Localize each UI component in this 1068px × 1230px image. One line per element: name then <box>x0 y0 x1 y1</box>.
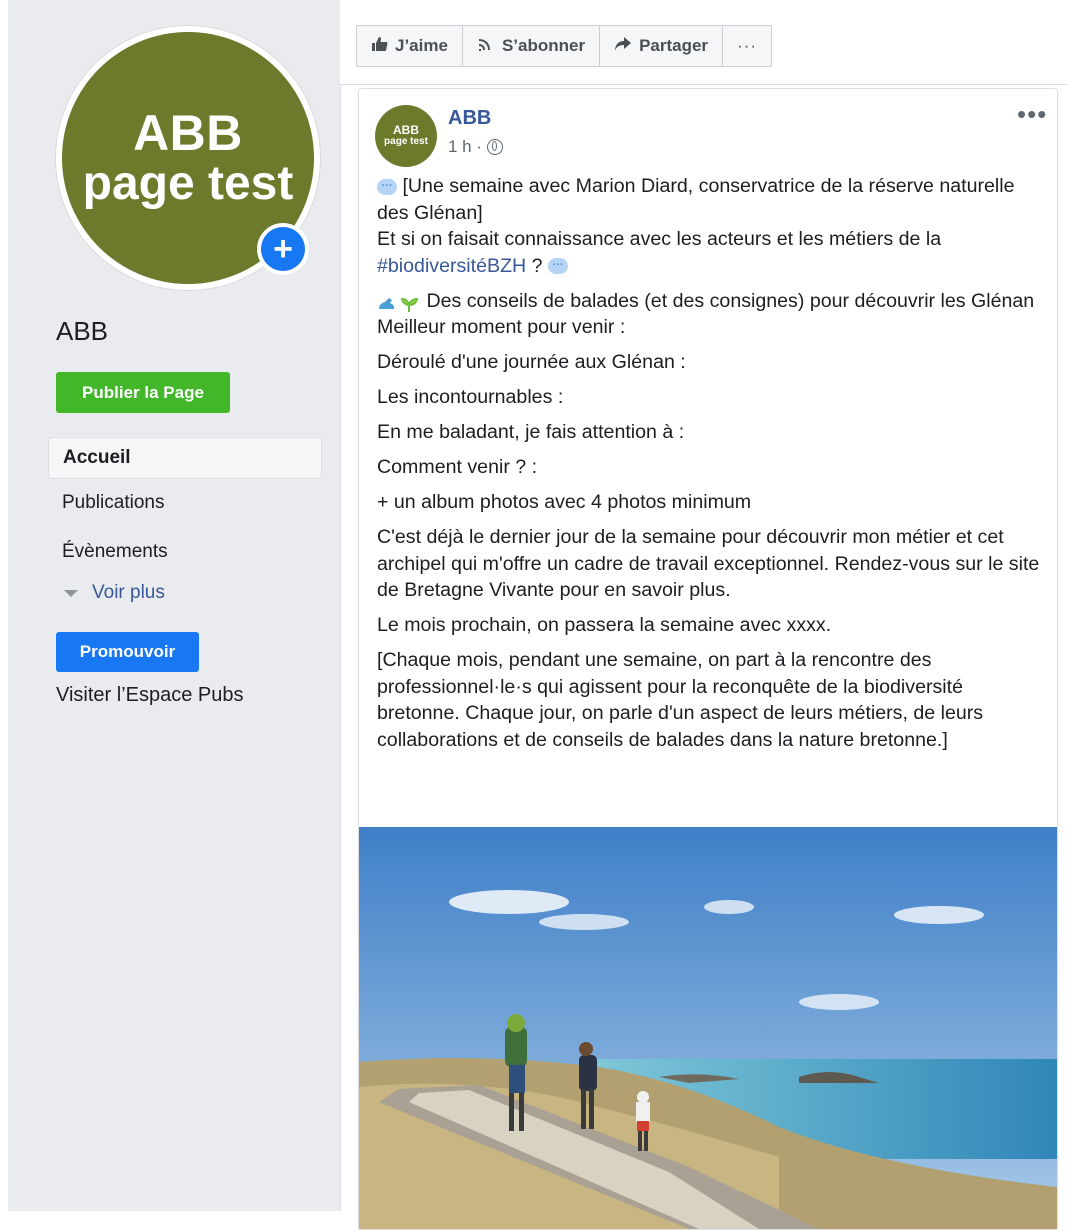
post-tips: Des conseils de balades (et des consigne… <box>421 289 1035 312</box>
share-arrow-icon <box>614 36 632 57</box>
hashtag-link[interactable]: #biodiversitéBZH <box>377 255 526 277</box>
post-musts: Les incontournables : <box>377 386 564 408</box>
speech-bubble-icon: ··· <box>548 258 568 275</box>
left-edge <box>0 0 8 1211</box>
post-time-label: 1 h · <box>448 137 483 156</box>
post-question-end: ? <box>526 254 543 277</box>
post-question: Et si on faisait connaissance avec les a… <box>377 228 942 250</box>
rss-icon <box>477 36 495 57</box>
post-attention: En me baladant, je fais attention à : <box>377 421 685 443</box>
post-next-month: Le mois prochain, on passera la semaine … <box>377 614 832 636</box>
post-last-day: C'est déjà le dernier jour de la semaine… <box>377 526 1040 601</box>
profile-logo-line1: ABB <box>133 105 243 161</box>
share-page-button[interactable]: Partager <box>600 26 724 66</box>
post-intro: [Une semaine avec Marion Diard, conserva… <box>377 175 1015 224</box>
follow-page-button[interactable]: S’abonner <box>463 26 601 66</box>
herb-icon <box>399 293 421 313</box>
sidebar-item-home[interactable]: Accueil <box>48 437 322 479</box>
sidebar-item-label: Publications <box>62 492 165 513</box>
page-action-buttons: J’aime S’abonner Partager ··· <box>356 25 773 67</box>
post-author-avatar[interactable]: ABB page test <box>375 105 437 167</box>
column-divider <box>340 0 341 1211</box>
sidebar-item-events[interactable]: Évènements <box>48 531 322 573</box>
post-body: ··· [Une semaine avec Marion Diard, cons… <box>377 173 1047 762</box>
globe-icon <box>487 139 504 155</box>
post-author-name[interactable]: ABB <box>448 107 491 130</box>
page-name: ABB <box>56 316 109 346</box>
post-day: Déroulé d'une journée aux Glénan : <box>377 351 686 373</box>
post-options-button[interactable]: ••• <box>1017 99 1047 130</box>
follow-label: S’abonner <box>501 36 586 55</box>
publish-page-button[interactable]: Publier la Page <box>56 372 230 413</box>
speech-bubble-icon: ··· <box>377 178 397 195</box>
profile-logo-line2: page test <box>82 157 294 210</box>
sidebar-item-label: Évènements <box>62 541 168 562</box>
promote-button[interactable]: Promouvoir <box>56 632 199 672</box>
add-photo-button[interactable]: + <box>257 223 309 275</box>
more-options-label: ··· <box>737 36 758 55</box>
post-avatar-line2: page test <box>384 136 428 147</box>
post-timestamp[interactable]: 1 h · <box>448 137 504 157</box>
post-card: ABB page test ABB 1 h · ••• ··· [Une sem… <box>358 88 1058 1230</box>
caret-down-icon <box>64 589 78 597</box>
more-options-button[interactable]: ··· <box>723 26 771 66</box>
sidebar-item-label: Accueil <box>63 447 131 468</box>
shoe-icon <box>377 293 399 310</box>
see-more-label: Voir plus <box>92 582 165 603</box>
post-best-time: Meilleur moment pour venir : <box>377 316 626 338</box>
sidebar-item-posts[interactable]: Publications <box>48 482 322 524</box>
post-photo[interactable] <box>359 827 1057 1229</box>
post-footer: [Chaque mois, pendant une semaine, on pa… <box>377 649 984 751</box>
page-action-bar: J’aime S’abonner Partager ··· <box>340 0 1068 85</box>
post-avatar-line1: ABB <box>393 123 419 137</box>
like-label: J’aime <box>395 36 448 55</box>
share-label: Partager <box>639 36 709 55</box>
see-more-link[interactable]: Voir plus <box>62 582 165 604</box>
thumbs-up-icon <box>371 36 388 57</box>
post-album: + un album photos avec 4 photos minimum <box>377 491 752 513</box>
post-how-to: Comment venir ? : <box>377 456 538 478</box>
ads-center-link[interactable]: Visiter l’Espace Pubs <box>56 684 244 707</box>
like-page-button[interactable]: J’aime <box>357 26 463 66</box>
plus-icon: + <box>261 227 305 271</box>
